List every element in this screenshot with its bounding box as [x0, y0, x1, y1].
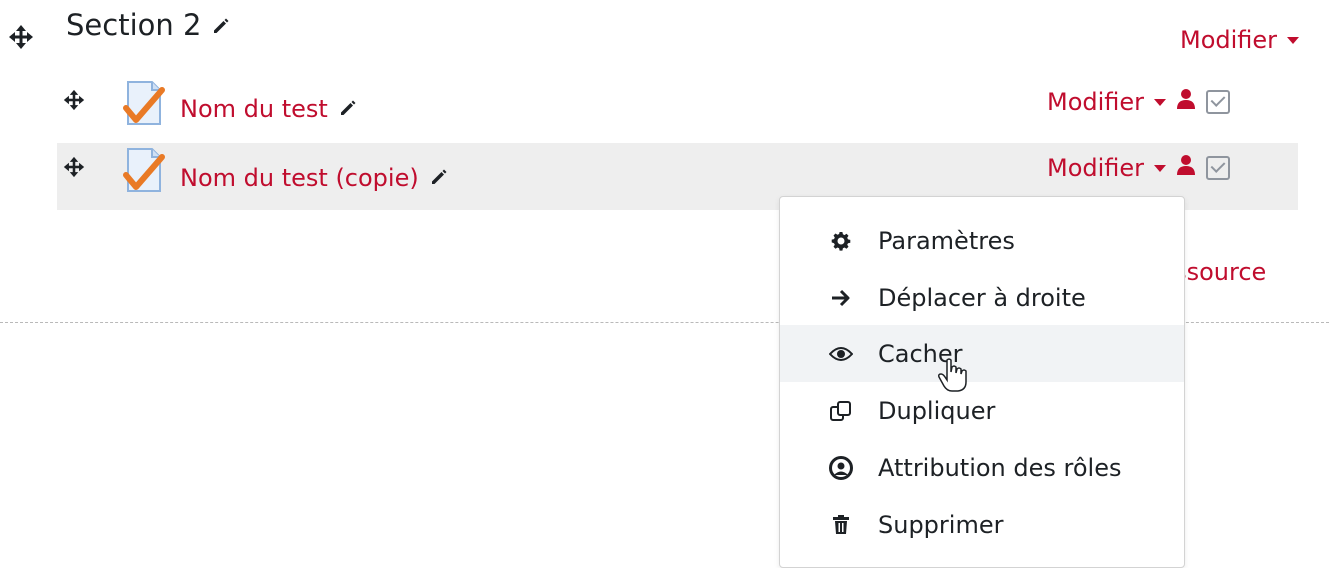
menu-item-label: Attribution des rôles [878, 453, 1122, 482]
completion-checkbox-icon[interactable] [1206, 156, 1231, 180]
completion-checkbox-icon[interactable] [1206, 90, 1231, 114]
activity-link[interactable]: Nom du test [180, 95, 358, 123]
menu-item-label: Paramètres [878, 226, 1015, 255]
section-title-text: Section 2 [66, 8, 202, 42]
arrow-right-icon [828, 285, 854, 311]
section-title: Section 2 [66, 8, 231, 42]
menu-item-settings[interactable]: Paramètres [780, 212, 1184, 269]
edit-menu-label: Modifier [1047, 88, 1145, 116]
user-icon[interactable] [1176, 88, 1196, 116]
activity-edit-menu[interactable]: Modifier [1047, 88, 1231, 116]
gear-icon [828, 228, 854, 254]
menu-item-delete[interactable]: Supprimer [780, 496, 1184, 553]
activity-edit-menu[interactable]: Modifier [1047, 154, 1231, 182]
caret-down-icon [1154, 98, 1167, 106]
activity-move-icon[interactable] [63, 89, 85, 111]
activity-move-icon[interactable] [63, 156, 85, 178]
section-edit-menu[interactable]: Modifier [1180, 26, 1300, 54]
menu-item-label: Déplacer à droite [878, 283, 1086, 312]
quiz-icon [122, 147, 166, 195]
menu-item-hide[interactable]: Cacher [780, 325, 1184, 392]
edit-menu-label: Modifier [1180, 26, 1278, 54]
menu-item-label: Dupliquer [878, 396, 996, 425]
activity-link[interactable]: Nom du test (copie) [180, 164, 449, 192]
trash-icon [828, 512, 854, 538]
activity-name[interactable]: Nom du test [180, 95, 328, 123]
section-move-icon[interactable] [8, 24, 34, 50]
quiz-icon [122, 80, 166, 128]
menu-item-duplicate[interactable]: Dupliquer [780, 382, 1184, 439]
activity-name[interactable]: Nom du test (copie) [180, 164, 419, 192]
user-icon[interactable] [1176, 154, 1196, 182]
menu-item-assign-roles[interactable]: Attribution des rôles [780, 439, 1184, 496]
pencil-icon[interactable] [338, 95, 358, 123]
pencil-icon[interactable] [429, 164, 449, 192]
edit-dropdown-menu: Paramètres Déplacer à droite Cacher Dupl… [779, 196, 1185, 568]
caret-down-icon [1287, 36, 1300, 44]
pencil-icon[interactable] [211, 8, 231, 42]
edit-menu-label: Modifier [1047, 154, 1145, 182]
copy-icon [828, 398, 854, 424]
user-circle-icon [828, 455, 854, 481]
menu-item-move-right[interactable]: Déplacer à droite [780, 269, 1184, 326]
menu-item-label: Supprimer [878, 510, 1004, 539]
eye-icon [828, 341, 854, 367]
caret-down-icon [1154, 164, 1167, 172]
